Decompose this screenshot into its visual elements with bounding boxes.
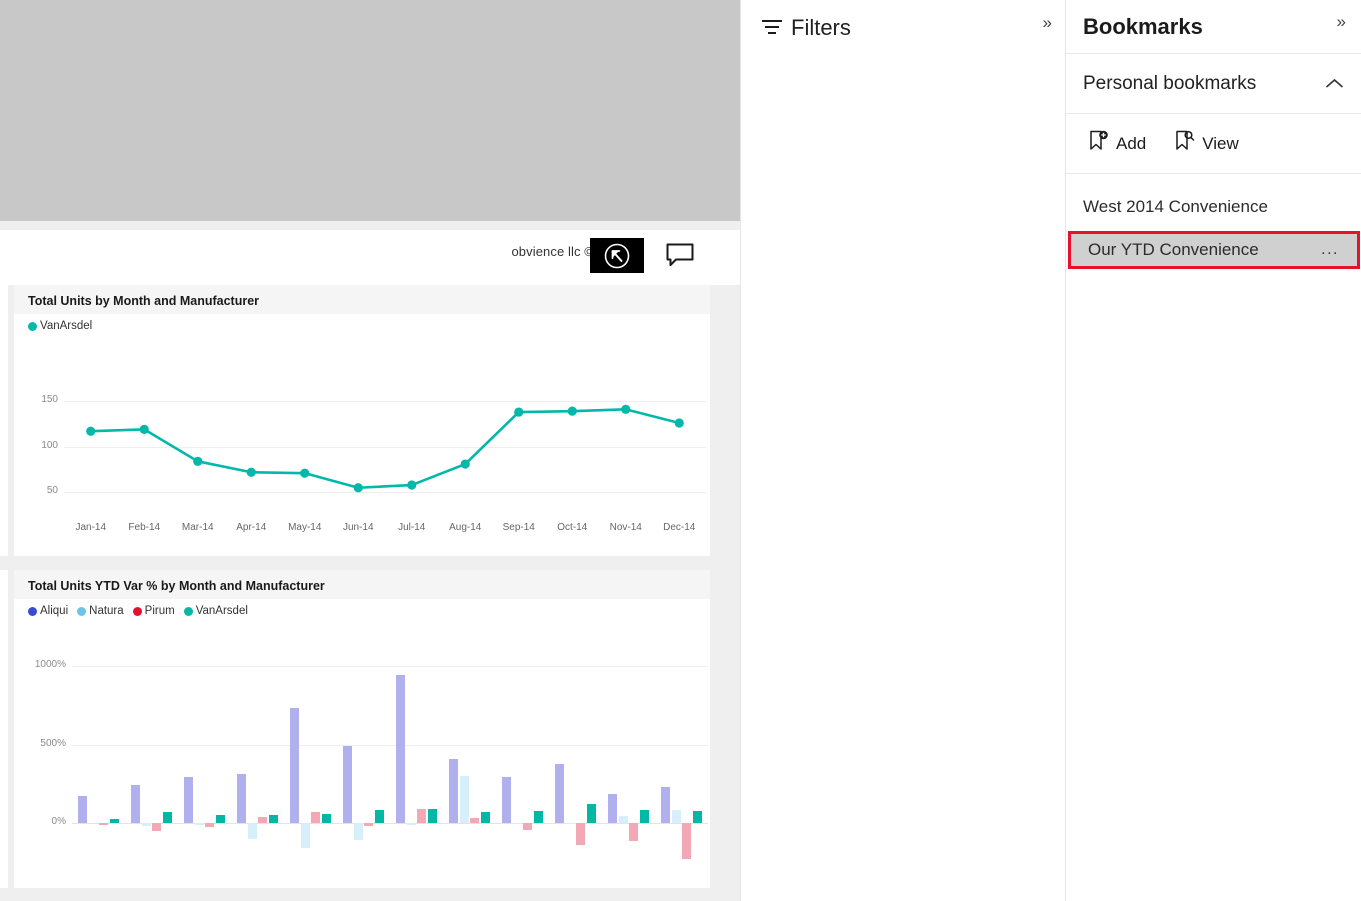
line-plot-area: 50100150Jan-14Feb-14Mar-14Apr-14May-14Ju… xyxy=(14,314,716,553)
bar-aliqui[interactable] xyxy=(290,708,299,823)
bar-aliqui[interactable] xyxy=(396,675,405,823)
bar-aliqui[interactable] xyxy=(184,777,193,823)
bookmark-actions-bar: Add View xyxy=(1066,114,1361,174)
bar-aliqui[interactable] xyxy=(502,777,511,822)
filters-pane-header: Filters » xyxy=(741,0,1066,56)
bar-natura[interactable] xyxy=(407,823,416,825)
bar-natura[interactable] xyxy=(142,823,151,826)
bookmark-view-icon xyxy=(1174,130,1195,157)
chevron-double-right-icon[interactable]: » xyxy=(1337,12,1346,32)
report-canvas: obvience llc © Total Units by Month and … xyxy=(0,0,740,901)
bookmarks-pane: Bookmarks » Personal bookmarks Add xyxy=(1065,0,1361,901)
bookmark-label: West 2014 Convenience xyxy=(1083,197,1268,217)
bar-natura[interactable] xyxy=(513,823,522,825)
canvas-bottom-strip xyxy=(0,888,740,901)
personal-bookmarks-label: Personal bookmarks xyxy=(1083,73,1256,95)
bar-pirum[interactable] xyxy=(523,823,532,831)
chevron-up-icon[interactable] xyxy=(1325,76,1344,94)
zero-axis-line xyxy=(72,823,708,824)
visual-total-units-by-month[interactable]: Total Units by Month and Manufacturer Va… xyxy=(8,285,710,556)
obvience-arrow-logo[interactable] xyxy=(590,238,644,273)
visual-gap-strip xyxy=(0,556,740,570)
canvas-empty-area xyxy=(0,0,740,221)
bookmark-label: Our YTD Convenience xyxy=(1088,240,1259,260)
bar-natura[interactable] xyxy=(354,823,363,840)
y-axis-tick: 1000% xyxy=(18,659,66,670)
bookmark-item-our-ytd-convenience[interactable]: Our YTD Convenience ... xyxy=(1068,231,1360,269)
bar-natura[interactable] xyxy=(195,823,204,826)
bar-natura[interactable] xyxy=(619,816,628,823)
bookmarks-pane-title: Bookmarks xyxy=(1083,14,1203,40)
chevron-double-right-icon[interactable]: » xyxy=(1043,13,1052,33)
bar-plot-area: 0%500%1000%Jan-14Feb-14Mar-14Apr-14May-1… xyxy=(14,599,716,885)
bar-aliqui[interactable] xyxy=(78,796,87,822)
bar-vanarsdel[interactable] xyxy=(163,812,172,822)
bar-aliqui[interactable] xyxy=(555,764,564,823)
bar-aliqui[interactable] xyxy=(608,794,617,823)
obvience-watermark: obvience llc © xyxy=(511,244,594,259)
bar-vanarsdel[interactable] xyxy=(110,819,119,822)
bar-natura[interactable] xyxy=(566,823,575,825)
gridline xyxy=(72,666,708,667)
y-axis-tick: 500% xyxy=(18,738,66,749)
bar-natura[interactable] xyxy=(672,810,681,823)
bookmark-item-west-2014-convenience[interactable]: West 2014 Convenience xyxy=(1066,188,1361,226)
bar-natura[interactable] xyxy=(248,823,257,839)
filters-pane-title: Filters xyxy=(791,15,851,41)
filters-pane: Filters » Search Filters on this visual … xyxy=(740,0,1065,901)
bar-pirum[interactable] xyxy=(682,823,691,859)
comment-button[interactable] xyxy=(652,238,708,273)
filter-icon xyxy=(761,18,783,41)
bar-pirum[interactable] xyxy=(99,823,108,826)
visual-total-units-ytd-var[interactable]: Total Units YTD Var % by Month and Manuf… xyxy=(8,570,710,888)
bar-aliqui[interactable] xyxy=(661,787,670,823)
bar-vanarsdel[interactable] xyxy=(640,810,649,822)
bar-pirum[interactable] xyxy=(417,809,426,823)
bar-pirum[interactable] xyxy=(258,817,267,822)
view-bookmarks-label: View xyxy=(1202,134,1239,154)
bar-pirum[interactable] xyxy=(470,818,479,823)
bookmark-add-icon xyxy=(1088,130,1109,157)
canvas-divider xyxy=(0,221,740,230)
add-bookmark-label: Add xyxy=(1116,134,1146,154)
bar-pirum[interactable] xyxy=(205,823,214,827)
bar-vanarsdel[interactable] xyxy=(534,811,543,823)
add-bookmark-button[interactable]: Add xyxy=(1088,130,1146,157)
bookmarks-pane-header: Bookmarks » xyxy=(1066,0,1361,54)
line-chart-body: VanArsdel 50100150Jan-14Feb-14Mar-14Apr-… xyxy=(14,314,710,553)
bar-pirum[interactable] xyxy=(576,823,585,846)
gridline xyxy=(72,745,708,746)
bar-aliqui[interactable] xyxy=(131,785,140,822)
bar-pirum[interactable] xyxy=(364,823,373,826)
line-chart-title: Total Units by Month and Manufacturer xyxy=(14,285,710,314)
bar-pirum[interactable] xyxy=(152,823,161,831)
bar-vanarsdel[interactable] xyxy=(693,811,702,822)
comment-icon xyxy=(666,243,694,268)
bar-aliqui[interactable] xyxy=(449,759,458,823)
personal-bookmarks-group-header[interactable]: Personal bookmarks xyxy=(1066,54,1361,114)
bar-vanarsdel[interactable] xyxy=(322,814,331,823)
bar-pirum[interactable] xyxy=(629,823,638,842)
bar-pirum[interactable] xyxy=(311,812,320,822)
bar-vanarsdel[interactable] xyxy=(428,809,437,823)
bar-vanarsdel[interactable] xyxy=(269,815,278,823)
bar-natura[interactable] xyxy=(301,823,310,848)
bar-vanarsdel[interactable] xyxy=(587,804,596,823)
y-axis-tick: 0% xyxy=(18,816,66,827)
bar-vanarsdel[interactable] xyxy=(375,810,384,823)
bar-vanarsdel[interactable] xyxy=(216,815,225,823)
canvas-gutter-top xyxy=(710,230,740,285)
view-bookmarks-button[interactable]: View xyxy=(1174,130,1239,157)
bar-vanarsdel[interactable] xyxy=(481,812,490,822)
line-series-vanarsdel xyxy=(14,314,716,553)
bar-natura[interactable] xyxy=(460,776,469,823)
bookmark-more-options[interactable]: ... xyxy=(1321,241,1339,259)
bar-aliqui[interactable] xyxy=(343,746,352,823)
bar-chart-title: Total Units YTD Var % by Month and Manuf… xyxy=(14,570,710,599)
bar-chart-body: Aliqui Natura Pirum VanArsdel xyxy=(14,599,710,885)
bar-aliqui[interactable] xyxy=(237,774,246,822)
